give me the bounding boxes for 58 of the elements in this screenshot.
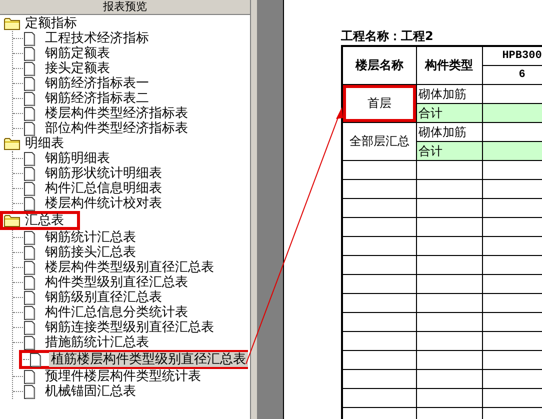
document-icon xyxy=(24,320,35,334)
tree-item[interactable]: 工程技术经济指标 xyxy=(43,31,151,46)
tree-item[interactable]: 钢筋接头汇总表 xyxy=(43,245,138,260)
tree-item[interactable]: 措施筋统计汇总表 xyxy=(43,335,151,350)
tree-item[interactable]: 钢筋定额表 xyxy=(43,46,112,61)
tree-item[interactable]: 汇总表 xyxy=(23,213,66,228)
document-icon xyxy=(24,260,35,274)
document-icon xyxy=(24,106,35,120)
document-icon xyxy=(24,166,35,180)
document-icon xyxy=(24,384,35,398)
tree-item[interactable]: 接头定额表 xyxy=(43,61,112,76)
tree-item[interactable]: 构件汇总信息分类统计表 xyxy=(43,305,190,320)
document-icon xyxy=(24,336,35,350)
tree-item[interactable]: 钢筋统计汇总表 xyxy=(43,230,138,245)
folder-icon xyxy=(4,17,20,30)
report-title: 工程名称：工程2 xyxy=(341,28,434,45)
table-cell: 首层 xyxy=(342,84,416,122)
document-icon xyxy=(24,62,35,76)
tree-item[interactable]: 楼层构件统计校对表 xyxy=(43,196,164,211)
tree-item[interactable]: 钢筋经济指标表二 xyxy=(43,91,151,106)
tree-item[interactable]: 部位构件类型经济指标表 xyxy=(43,121,190,136)
document-icon xyxy=(24,230,35,244)
tree-item[interactable]: 定额指标 xyxy=(23,16,79,31)
document-icon xyxy=(30,352,41,366)
document-icon xyxy=(24,276,35,290)
document-icon xyxy=(24,182,35,196)
tree-item[interactable]: 钢筋级别直径汇总表 xyxy=(43,290,164,305)
document-icon xyxy=(24,196,35,210)
tree-item[interactable]: 构件类型级别直径汇总表 xyxy=(43,275,190,290)
panel-title: 报表预览 xyxy=(0,0,250,15)
document-icon xyxy=(24,76,35,90)
column-header: 构件类型 xyxy=(416,46,482,84)
tree-item[interactable]: 构件汇总信息明细表 xyxy=(43,181,164,196)
tree-item[interactable]: 机械锚固汇总表 xyxy=(43,384,138,399)
tree-item[interactable]: 植筋楼层构件类型级别直径汇总表 xyxy=(49,352,248,367)
tree-item[interactable]: 钢筋明细表 xyxy=(43,151,112,166)
splitter-bar[interactable] xyxy=(250,0,257,419)
tree-item[interactable]: 楼层构件类型级别直径汇总表 xyxy=(43,260,216,275)
table-cell: 全部层汇总 xyxy=(342,122,416,160)
folder-icon xyxy=(4,137,20,150)
document-icon xyxy=(24,32,35,46)
document-icon xyxy=(24,370,35,384)
tree-item[interactable]: 明细表 xyxy=(23,136,66,151)
document-icon xyxy=(24,122,35,136)
tree-item[interactable]: 钢筋连接类型级别直径汇总表 xyxy=(43,320,216,335)
tree-item[interactable]: 钢筋经济指标表一 xyxy=(43,76,151,91)
table-cell: 合计 xyxy=(416,142,482,160)
document-icon xyxy=(24,92,35,106)
document-icon xyxy=(24,290,35,304)
document-icon xyxy=(24,152,35,166)
tree-item[interactable]: 楼层构件类型经济指标表 xyxy=(43,106,190,121)
tree-item[interactable]: 预埋件楼层构件类型统计表 xyxy=(43,369,203,384)
document-icon xyxy=(24,246,35,260)
tree-item[interactable]: 钢筋形状统计明细表 xyxy=(43,166,164,181)
table-cell: 合计 xyxy=(416,104,482,122)
document-icon xyxy=(24,306,35,320)
folder-icon xyxy=(4,214,20,227)
document-icon xyxy=(24,46,35,60)
